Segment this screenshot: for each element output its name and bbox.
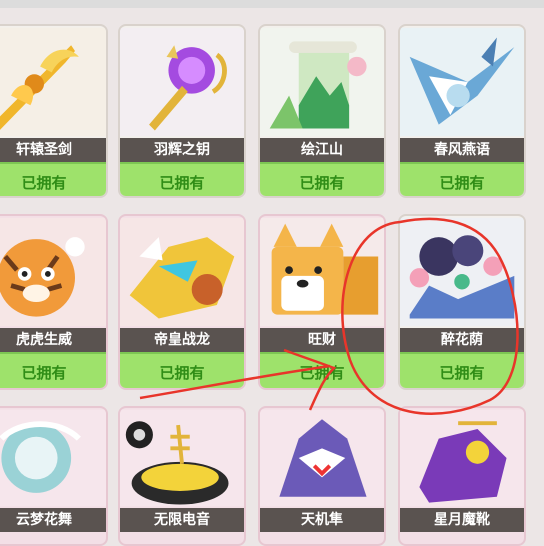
item-name: 轩辕圣剑 (0, 138, 106, 162)
owned-badge: 已拥有 (260, 352, 384, 388)
item-card[interactable]: 帝皇战龙 已拥有 (118, 214, 246, 390)
shiba-dog-icon (260, 216, 384, 328)
purple-boot-icon (400, 408, 524, 508)
owned-badge: 已拥有 (400, 162, 524, 196)
item-card[interactable]: 虎虎生威 已拥有 (0, 214, 108, 390)
war-dragon-icon (120, 216, 244, 328)
item-card[interactable]: 星月魔靴 (398, 406, 526, 546)
item-card[interactable]: 绘江山 已拥有 (258, 24, 386, 198)
item-grid: 轩辕圣剑 已拥有 羽辉之钥 已拥有 绘江山 已拥有 春风燕语 已拥有 虎虎生威 … (0, 0, 544, 546)
item-card[interactable]: 羽辉之钥 已拥有 (118, 24, 246, 198)
cloud-dragon-icon (0, 408, 106, 508)
owned-badge: 已拥有 (120, 352, 244, 388)
item-name: 醉花荫 (400, 328, 524, 352)
item-name: 春风燕语 (400, 138, 524, 162)
item-name: 云梦花舞 (0, 508, 106, 532)
item-card[interactable]: 旺财 已拥有 (258, 214, 386, 390)
owned-badge: 已拥有 (0, 162, 106, 196)
item-card[interactable]: 天机隼 (258, 406, 386, 546)
owned-badge: 已拥有 (260, 162, 384, 196)
item-name: 虎虎生威 (0, 328, 106, 352)
owned-badge: 已拥有 (0, 352, 106, 388)
owned-badge: 已拥有 (400, 352, 524, 388)
item-name: 帝皇战龙 (120, 328, 244, 352)
item-card[interactable]: 云梦花舞 (0, 406, 108, 546)
item-card[interactable]: 无限电音 (118, 406, 246, 546)
item-name: 绘江山 (260, 138, 384, 162)
scroll-landscape-icon (260, 26, 384, 138)
owned-badge: 已拥有 (120, 162, 244, 196)
golden-sword-icon (0, 26, 106, 138)
item-name: 天机隼 (260, 508, 384, 532)
purple-key-icon (120, 26, 244, 138)
item-name: 星月魔靴 (400, 508, 524, 532)
flower-tree-icon (400, 216, 524, 328)
mech-falcon-icon (260, 408, 384, 508)
item-name: 无限电音 (120, 508, 244, 532)
tiger-icon (0, 216, 106, 328)
speaker-icon (120, 408, 244, 508)
swallow-bird-icon (400, 26, 524, 138)
item-card[interactable]: 春风燕语 已拥有 (398, 24, 526, 198)
item-name: 羽辉之钥 (120, 138, 244, 162)
item-name: 旺财 (260, 328, 384, 352)
item-card[interactable]: 醉花荫 已拥有 (398, 214, 526, 390)
item-card[interactable]: 轩辕圣剑 已拥有 (0, 24, 108, 198)
